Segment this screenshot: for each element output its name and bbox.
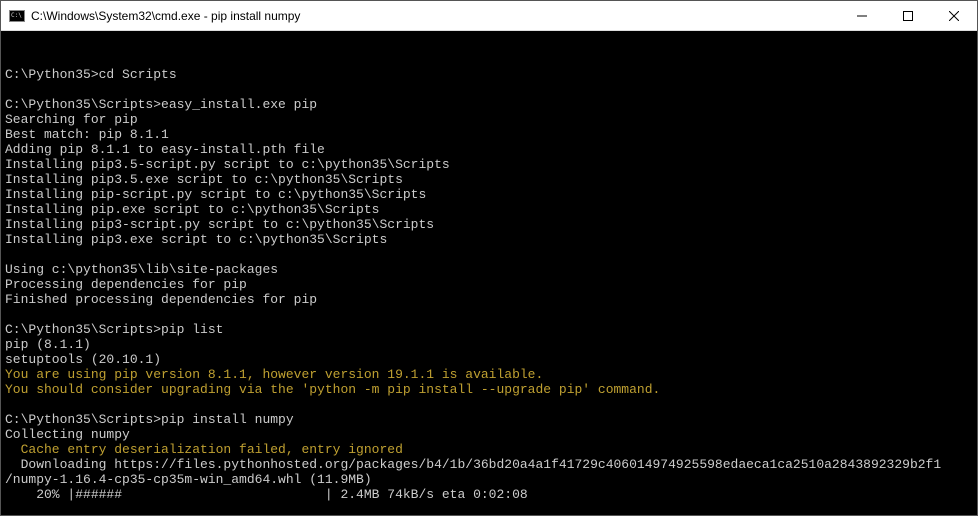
warning-line: You should consider upgrading via the 'p… (5, 382, 660, 397)
output-line: Processing dependencies for pip (5, 277, 247, 292)
output-line: Installing pip-script.py script to c:\py… (5, 187, 426, 202)
output-line: Installing pip.exe script to c:\python35… (5, 202, 379, 217)
terminal-output[interactable]: C:\Python35>cd Scripts C:\Python35\Scrip… (1, 31, 977, 515)
window-title: C:\Windows\System32\cmd.exe - pip instal… (31, 9, 839, 23)
close-icon (949, 11, 959, 21)
output-line: Best match: pip 8.1.1 (5, 127, 169, 142)
minimize-icon (857, 11, 867, 21)
output-line: Installing pip3.exe script to c:\python3… (5, 232, 387, 247)
warning-line: Cache entry deserialization failed, entr… (5, 442, 403, 457)
output-line: Searching for pip (5, 112, 138, 127)
minimize-button[interactable] (839, 1, 885, 30)
cmd-icon (9, 10, 25, 22)
output-line: Using c:\python35\lib\site-packages (5, 262, 278, 277)
output-line: Finished processing dependencies for pip (5, 292, 317, 307)
output-line: /numpy-1.16.4-cp35-cp35m-win_amd64.whl (… (5, 472, 372, 487)
output-line: Installing pip3.5.exe script to c:\pytho… (5, 172, 403, 187)
output-line: Installing pip3.5-script.py script to c:… (5, 157, 450, 172)
maximize-icon (903, 11, 913, 21)
output-line: Adding pip 8.1.1 to easy-install.pth fil… (5, 142, 325, 157)
output-line: C:\Python35\Scripts>pip install numpy (5, 412, 294, 427)
titlebar[interactable]: C:\Windows\System32\cmd.exe - pip instal… (1, 1, 977, 31)
progress-line: 20% |###### | 2.4MB 74kB/s eta 0:02:08 (5, 487, 528, 502)
output-line: Collecting numpy (5, 427, 130, 442)
close-button[interactable] (931, 1, 977, 30)
warning-line: You are using pip version 8.1.1, however… (5, 367, 543, 382)
output-line: setuptools (20.10.1) (5, 352, 161, 367)
output-line: C:\Python35\Scripts>pip list (5, 322, 223, 337)
output-line: C:\Python35\Scripts>easy_install.exe pip (5, 97, 317, 112)
output-line: Downloading https://files.pythonhosted.o… (5, 457, 941, 472)
window-controls (839, 1, 977, 30)
output-line: pip (8.1.1) (5, 337, 91, 352)
output-line: C:\Python35>cd Scripts (5, 67, 177, 82)
command-prompt-window: C:\Windows\System32\cmd.exe - pip instal… (0, 0, 978, 516)
maximize-button[interactable] (885, 1, 931, 30)
output-line: Installing pip3-script.py script to c:\p… (5, 217, 434, 232)
